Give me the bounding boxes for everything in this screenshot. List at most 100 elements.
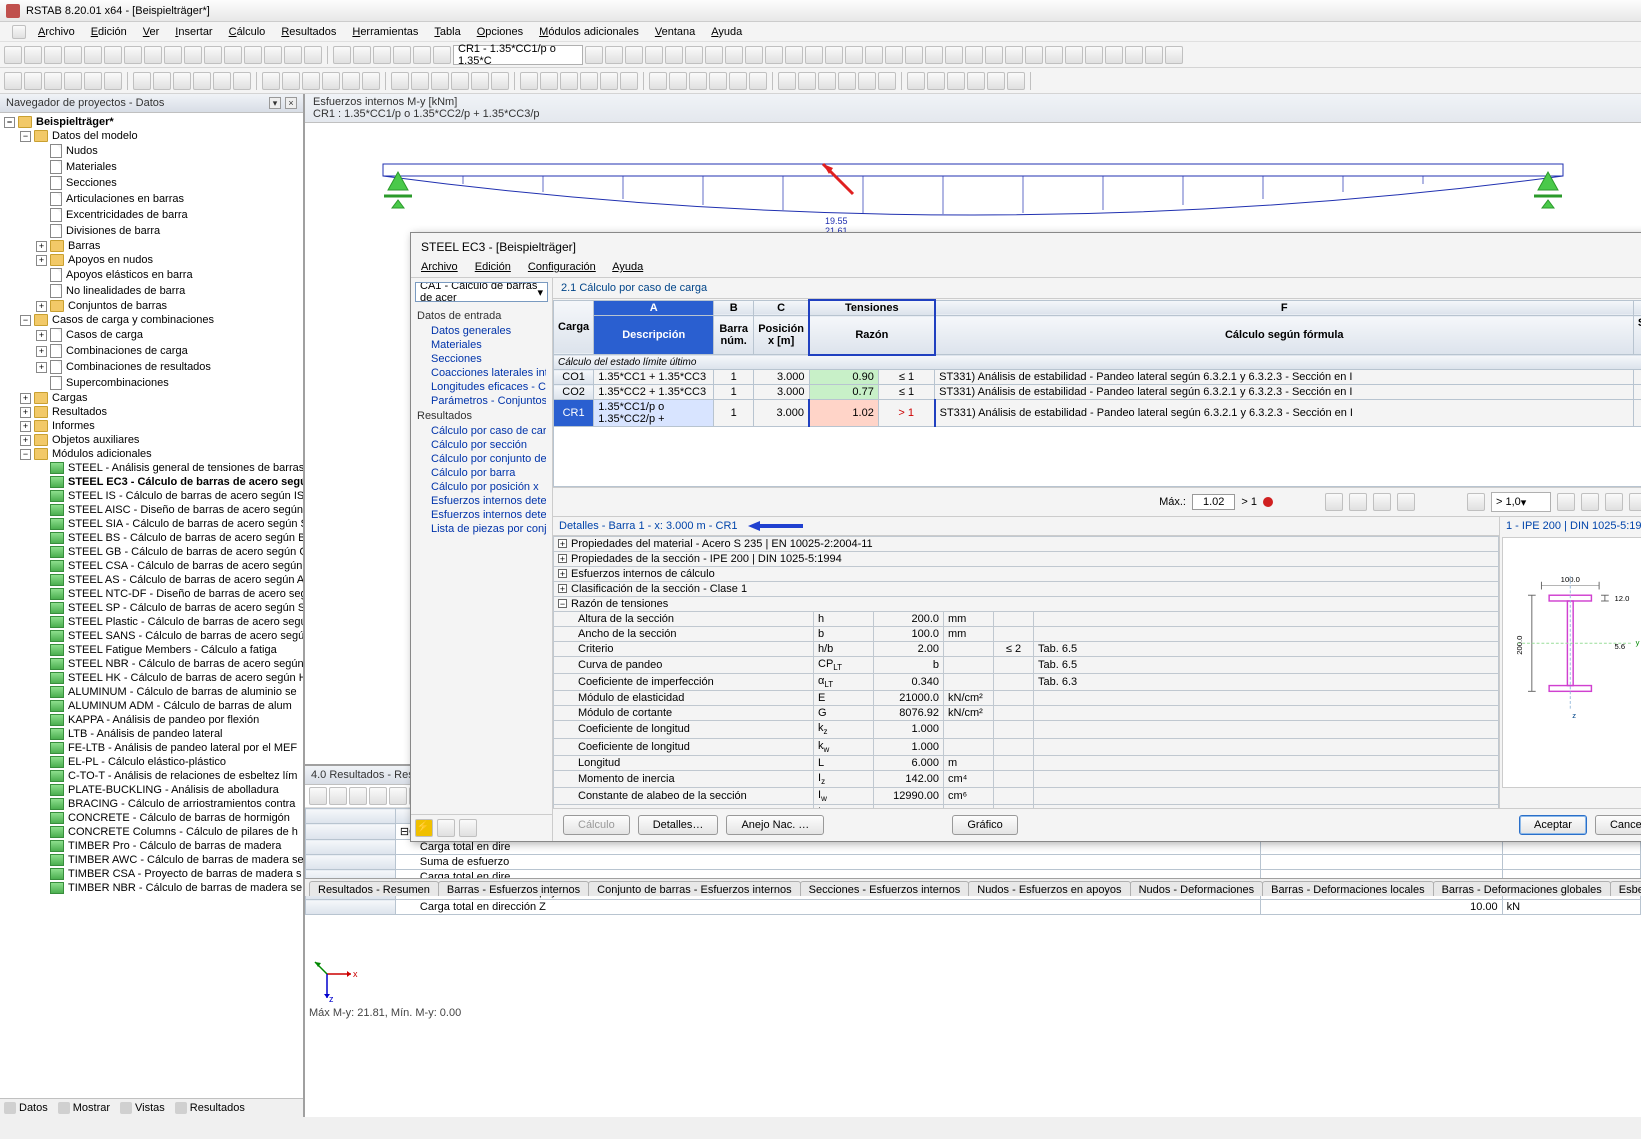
dlg-nav-item[interactable]: Cálculo por conjunto de barras bbox=[417, 452, 546, 466]
toolbar-button[interactable] bbox=[184, 46, 202, 64]
toolbar-button[interactable] bbox=[665, 46, 683, 64]
toolbar-button[interactable] bbox=[1007, 72, 1025, 90]
toolbar-button[interactable] bbox=[685, 46, 703, 64]
toolbar-button[interactable] bbox=[878, 72, 896, 90]
toolbar-button[interactable] bbox=[309, 787, 327, 805]
tree-toggle[interactable]: − bbox=[20, 449, 31, 460]
tree-toggle[interactable]: + bbox=[20, 435, 31, 446]
toolbar-button[interactable] bbox=[540, 72, 558, 90]
menu-calculo[interactable]: Cálculo bbox=[229, 26, 266, 38]
toolbar-button[interactable] bbox=[858, 72, 876, 90]
table-row[interactable]: CR1 1.35*CC1/p o 1.35*CC2/p + 13.000 1.0… bbox=[554, 400, 1641, 427]
design-table[interactable]: Carga A B C Tensiones F G Descripción Ba… bbox=[553, 299, 1641, 487]
detail-group[interactable]: +Clasificación de la sección - Clase 1 bbox=[554, 582, 1499, 597]
loadcase-combo[interactable]: CR1 - 1.35*CC1/p o 1.35*C bbox=[453, 45, 583, 65]
toolbar-button[interactable] bbox=[104, 72, 122, 90]
toolbar-button[interactable] bbox=[585, 46, 603, 64]
toolbar-button[interactable] bbox=[965, 46, 983, 64]
toolbar-button[interactable] bbox=[4, 46, 22, 64]
dlg-menu-edicion[interactable]: Edición bbox=[475, 261, 511, 273]
toolbar-button[interactable] bbox=[213, 72, 231, 90]
view-button[interactable] bbox=[1629, 493, 1641, 511]
toolbar-button[interactable] bbox=[805, 46, 823, 64]
toolbar-button[interactable] bbox=[947, 72, 965, 90]
toolbar-button[interactable] bbox=[133, 72, 151, 90]
toolbar-button[interactable] bbox=[705, 46, 723, 64]
nav-tab-vistas[interactable]: Vistas bbox=[120, 1102, 165, 1114]
toolbar-button[interactable] bbox=[927, 72, 945, 90]
dlg-nav-item[interactable]: Esfuerzos internos determinant bbox=[417, 508, 546, 522]
toolbar-button[interactable] bbox=[124, 46, 142, 64]
toolbar-button[interactable] bbox=[451, 72, 469, 90]
toolbar-button[interactable] bbox=[580, 72, 598, 90]
toolbar-button[interactable] bbox=[625, 46, 643, 64]
dlg-menu-archivo[interactable]: Archivo bbox=[421, 261, 458, 273]
toolbar-button[interactable] bbox=[818, 72, 836, 90]
view-button[interactable] bbox=[1467, 493, 1485, 511]
toolbar-button[interactable] bbox=[985, 46, 1003, 64]
view-button[interactable] bbox=[1605, 493, 1623, 511]
dlg-nav-item[interactable]: Cálculo por barra bbox=[417, 466, 546, 480]
toolbar-button[interactable] bbox=[649, 72, 667, 90]
detail-row[interactable]: Coeficiente de longitud kz 1.000 bbox=[554, 721, 1499, 738]
toolbar-button[interactable] bbox=[262, 72, 280, 90]
toolbar-button[interactable] bbox=[729, 72, 747, 90]
toolbar-button[interactable] bbox=[520, 72, 538, 90]
grafico-button[interactable]: Gráfico bbox=[952, 815, 1017, 835]
anejo-button[interactable]: Anejo Nac. … bbox=[726, 815, 824, 835]
tab-barras-defg[interactable]: Barras - Deformaciones globales bbox=[1433, 881, 1611, 896]
toolbar-button[interactable] bbox=[413, 46, 431, 64]
toolbar-button[interactable] bbox=[967, 72, 985, 90]
toolbar-button[interactable] bbox=[44, 72, 62, 90]
toolbar-button[interactable] bbox=[193, 72, 211, 90]
dlg-nav-item[interactable]: Longitudes eficaces - Conjunto bbox=[417, 380, 546, 394]
toolbar-button[interactable] bbox=[1045, 46, 1063, 64]
menu-herramientas[interactable]: Herramientas bbox=[352, 26, 418, 38]
toolbar-button[interactable] bbox=[64, 46, 82, 64]
detail-row[interactable]: Módulo de elasticidad E 21000.0 kN/cm² bbox=[554, 691, 1499, 706]
dialog-titlebar[interactable]: STEEL EC3 - [Beispielträger] × bbox=[411, 233, 1641, 261]
toolbar-button[interactable] bbox=[342, 72, 360, 90]
detail-group[interactable]: +Esfuerzos internos de cálculo bbox=[554, 567, 1499, 582]
dlg-nav-item[interactable]: Coacciones laterales intermedia bbox=[417, 366, 546, 380]
dlg-nav-item[interactable]: Secciones bbox=[417, 352, 546, 366]
nav-prev-icon[interactable] bbox=[437, 819, 455, 837]
toolbar-button[interactable] bbox=[144, 46, 162, 64]
nav-tab-datos[interactable]: Datos bbox=[4, 1102, 48, 1114]
filter-button[interactable] bbox=[1373, 493, 1391, 511]
toolbar-button[interactable] bbox=[905, 46, 923, 64]
cancel-button[interactable]: Cancelar bbox=[1595, 815, 1641, 835]
ok-button[interactable]: Aceptar bbox=[1519, 815, 1587, 835]
toolbar-button[interactable] bbox=[1085, 46, 1103, 64]
tab-barras-ei[interactable]: Barras - Esfuerzos internos bbox=[438, 881, 589, 896]
dialog-menubar[interactable]: Archivo Edición Configuración Ayuda bbox=[411, 261, 1641, 277]
table-row[interactable]: CO2 1.35*CC2 + 1.35*CC3 13.000 0.77 ≤ 1 … bbox=[554, 385, 1641, 400]
toolbar-button[interactable] bbox=[925, 46, 943, 64]
case-combo[interactable]: CA1 - Cálculo de barras de acer▾ bbox=[415, 282, 548, 302]
toolbar-button[interactable] bbox=[173, 72, 191, 90]
tab-esbelteces[interactable]: Esbelteces de barras bbox=[1610, 881, 1641, 896]
tree-toggle[interactable]: + bbox=[36, 346, 47, 357]
toolbar-button[interactable] bbox=[431, 72, 449, 90]
toolbar-button[interactable] bbox=[1005, 46, 1023, 64]
menu-edicion[interactable]: Edición bbox=[91, 26, 127, 38]
toolbar-button[interactable] bbox=[264, 46, 282, 64]
dlg-nav-item[interactable]: Cálculo por caso de carga bbox=[417, 424, 546, 438]
toolbar-button[interactable] bbox=[1145, 46, 1163, 64]
toolbar-button[interactable] bbox=[987, 72, 1005, 90]
dlg-menu-config[interactable]: Configuración bbox=[528, 261, 596, 273]
toolbar-button[interactable] bbox=[24, 72, 42, 90]
dlg-nav-item[interactable]: Materiales bbox=[417, 338, 546, 352]
dlg-nav-item[interactable]: Esfuerzos internos determinant bbox=[417, 494, 546, 508]
toolbar-button[interactable] bbox=[778, 72, 796, 90]
details-button[interactable]: Detalles… bbox=[638, 815, 719, 835]
toolbar-button[interactable] bbox=[945, 46, 963, 64]
toolbar-button[interactable] bbox=[4, 72, 22, 90]
toolbar-button[interactable] bbox=[865, 46, 883, 64]
toolbar-button[interactable] bbox=[1105, 46, 1123, 64]
toolbar-button[interactable] bbox=[64, 72, 82, 90]
navigator-tree[interactable]: −Beispielträger* −Datos del modelo Nudos… bbox=[0, 113, 303, 1098]
tab-conjunto[interactable]: Conjunto de barras - Esfuerzos internos bbox=[588, 881, 800, 896]
detail-table[interactable]: Detalles - Barra 1 - x: 3.000 m - CR1 +P… bbox=[553, 517, 1499, 808]
toolbar-button[interactable] bbox=[349, 787, 367, 805]
